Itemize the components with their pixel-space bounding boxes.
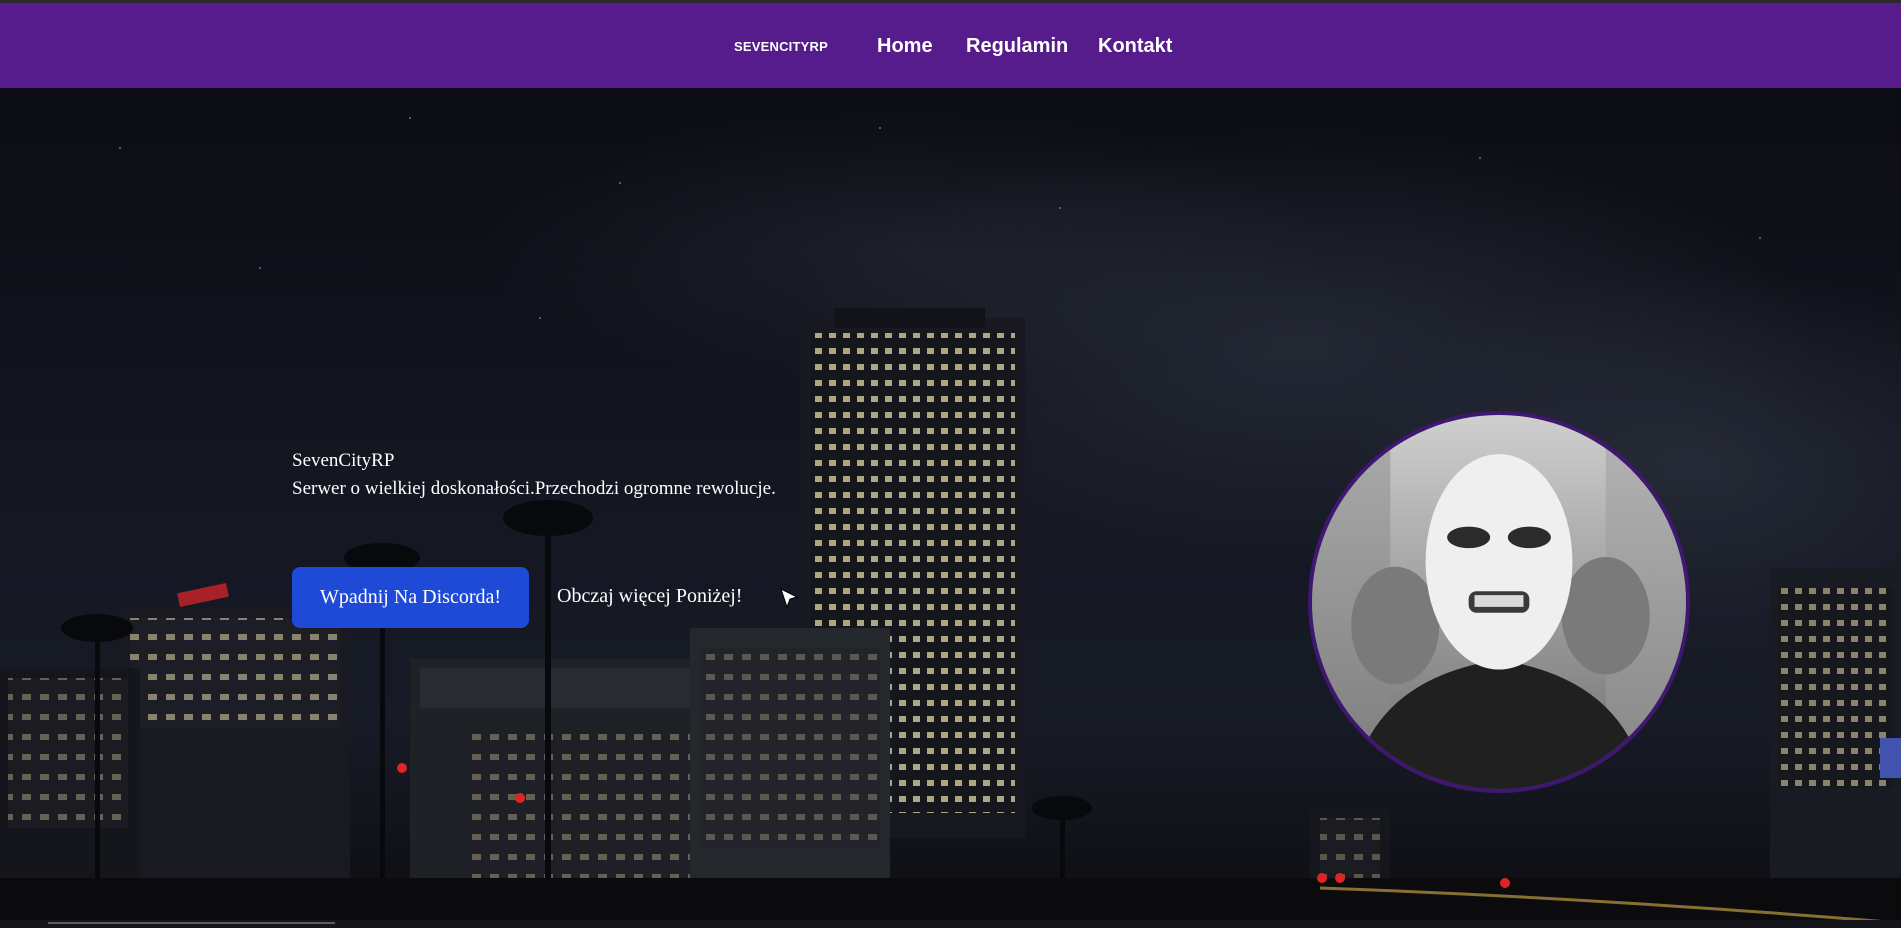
- hero-title: SevenCityRP: [292, 450, 395, 471]
- nav-link-regulamin[interactable]: Regulamin: [966, 35, 1068, 58]
- hero-subtitle: Serwer o wielkiej doskonałości.Przechodz…: [292, 478, 776, 499]
- brand-logo[interactable]: SEVENCITYRP: [734, 39, 828, 54]
- avatar: [1308, 411, 1690, 793]
- masked-person-icon: [1312, 415, 1686, 789]
- mouse-cursor-icon: [780, 588, 799, 609]
- bottom-scrollbar: [0, 920, 1901, 928]
- hero-section: SevenCityRP Serwer o wielkiej doskonałoś…: [0, 88, 1901, 928]
- bottom-scroll-thumb[interactable]: [48, 922, 335, 924]
- see-more-link[interactable]: Obczaj więcej Poniżej!: [557, 585, 742, 608]
- discord-button[interactable]: Wpadnij Na Discorda!: [292, 567, 529, 628]
- navbar: SEVENCITYRP Home Regulamin Kontakt: [0, 3, 1901, 88]
- nav-link-home[interactable]: Home: [877, 35, 933, 58]
- nav-link-kontakt[interactable]: Kontakt: [1098, 35, 1172, 58]
- page: SEVENCITYRP Home Regulamin Kontakt Seven…: [0, 0, 1901, 928]
